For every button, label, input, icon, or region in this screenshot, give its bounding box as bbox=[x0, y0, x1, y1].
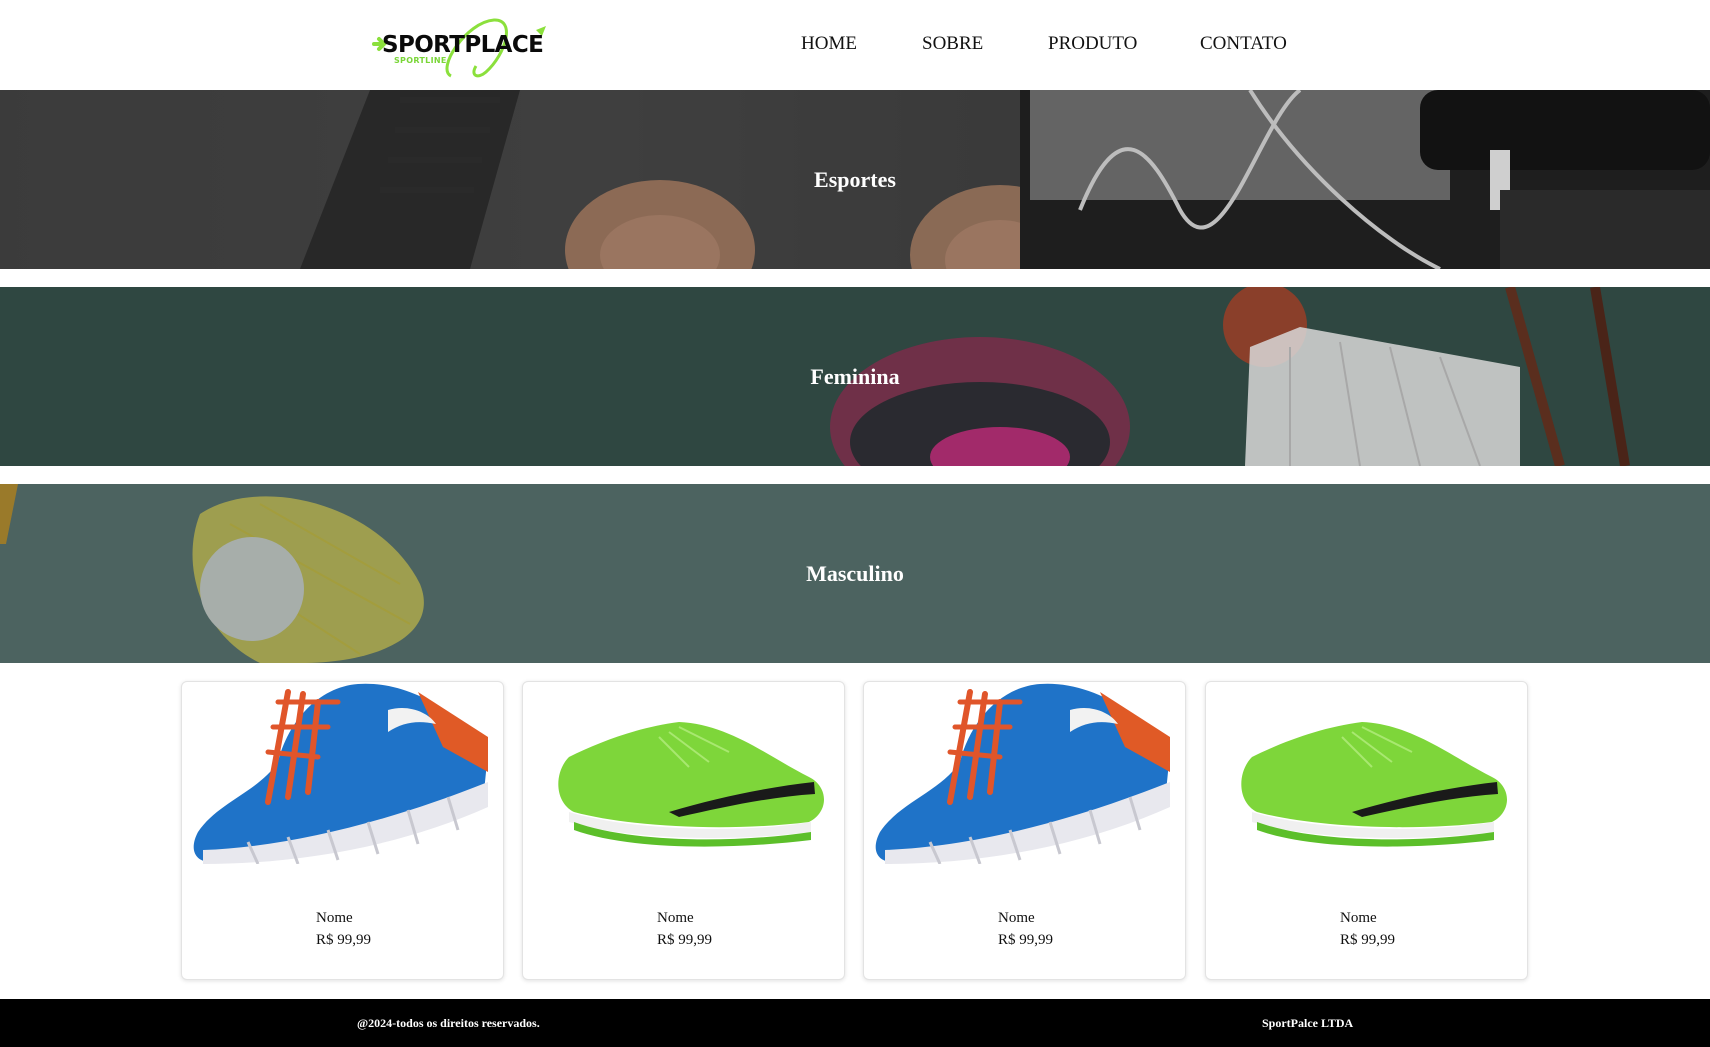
nav-home-link[interactable]: HOME bbox=[801, 33, 857, 55]
product-card[interactable]: Nome R$ 99,99 bbox=[1205, 681, 1528, 980]
product-card[interactable]: Nome R$ 99,99 bbox=[863, 681, 1186, 980]
nav-contato-link[interactable]: CONTATO bbox=[1200, 33, 1287, 55]
product-name: Nome bbox=[1340, 910, 1377, 926]
product-price: R$ 99,99 bbox=[998, 932, 1054, 948]
banner-title: Esportes bbox=[814, 166, 896, 192]
site-header: SPORTPLACE SPORTLINE HOME SOBRE PRODUTO … bbox=[0, 0, 1710, 90]
product-name: Nome bbox=[316, 910, 353, 926]
blue-running-shoe-image bbox=[875, 683, 1170, 864]
main-nav: HOME SOBRE PRODUTO CONTATO bbox=[0, 33, 1710, 57]
green-soccer-shoe-image bbox=[558, 722, 824, 847]
footer-copyright: @2024-todos os direitos reservados. bbox=[357, 1016, 540, 1030]
footer-company: SportPalce LTDA bbox=[1262, 1016, 1354, 1030]
site-footer: @2024-todos os direitos reservados. Spor… bbox=[0, 999, 1710, 1047]
banner-masculino[interactable]: Masculino bbox=[0, 484, 1710, 663]
product-name: Nome bbox=[657, 910, 694, 926]
banner-title: Masculino bbox=[806, 560, 904, 586]
banner-esportes[interactable]: Esportes bbox=[0, 90, 1710, 269]
product-name: Nome bbox=[998, 910, 1035, 926]
blue-running-shoe-image bbox=[193, 683, 488, 864]
nav-sobre-link[interactable]: SOBRE bbox=[922, 33, 983, 55]
green-soccer-shoe-image bbox=[1241, 722, 1507, 847]
product-price: R$ 99,99 bbox=[657, 932, 713, 948]
logo-tagline: SPORTLINE bbox=[394, 56, 447, 65]
product-card[interactable]: Nome R$ 99,99 bbox=[522, 681, 845, 980]
product-card[interactable]: Nome R$ 99,99 bbox=[181, 681, 504, 980]
nav-produto-link[interactable]: PRODUTO bbox=[1048, 33, 1137, 55]
product-price: R$ 99,99 bbox=[1340, 932, 1396, 948]
product-price: R$ 99,99 bbox=[316, 932, 372, 948]
banner-feminina[interactable]: Feminina bbox=[0, 287, 1710, 466]
banner-title: Feminina bbox=[810, 363, 900, 389]
